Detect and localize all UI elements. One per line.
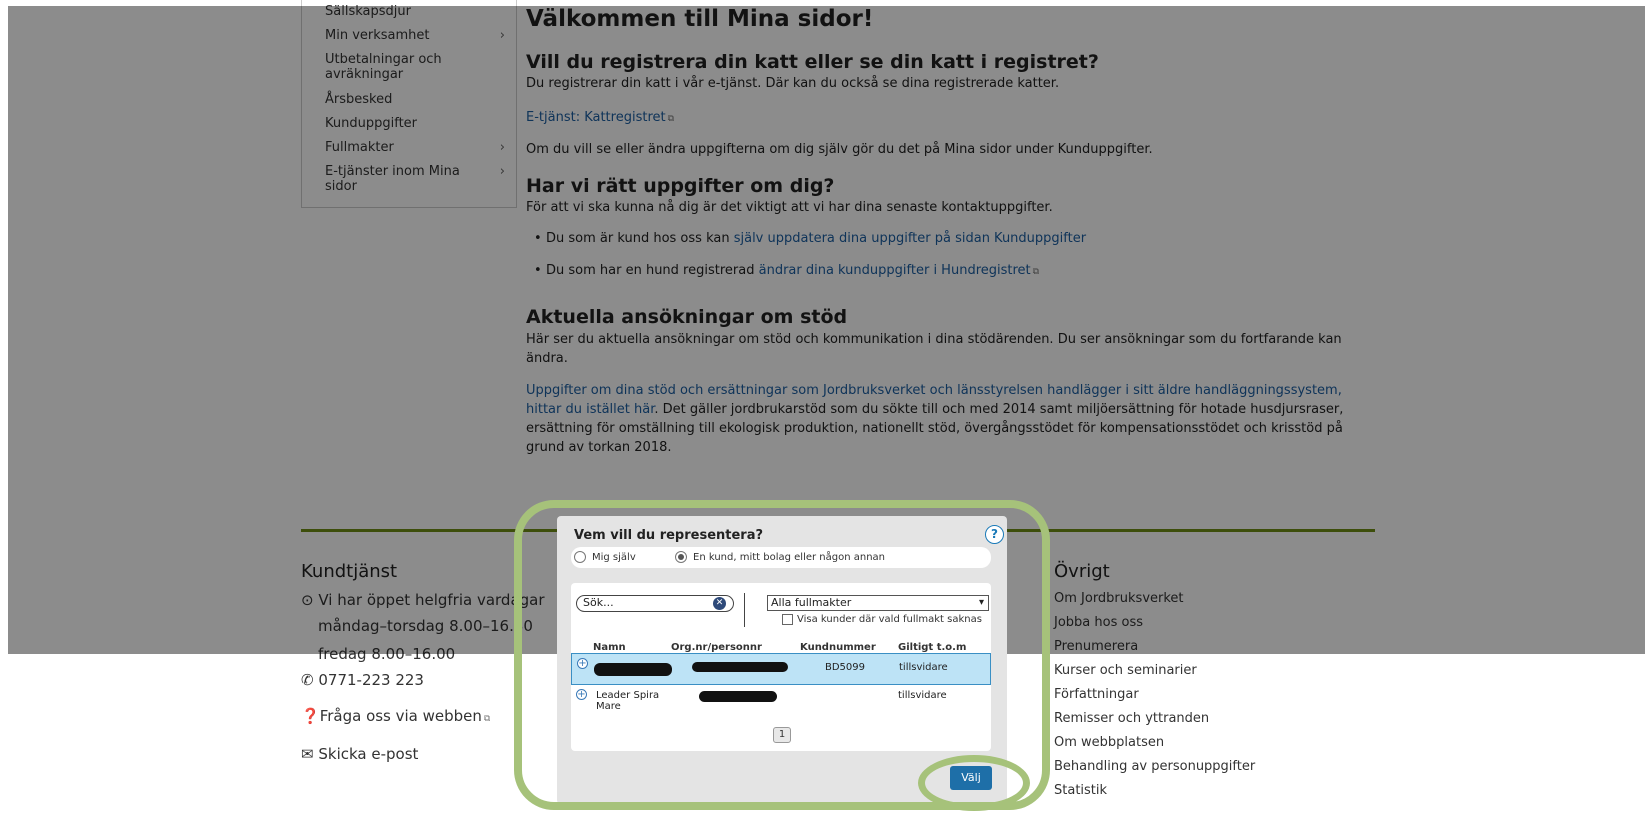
list-item: Du som har en hund registrerad ändrar di… bbox=[534, 263, 1040, 278]
chevron-right-icon: › bbox=[499, 164, 505, 179]
support-text: Här ser du aktuella ansökningar om stöd … bbox=[526, 332, 1342, 366]
sidebar-item-sallskapsdjur[interactable]: Sällskapsdjur bbox=[325, 4, 515, 19]
chevron-right-icon: › bbox=[499, 140, 505, 155]
question-icon: ❓ bbox=[301, 707, 320, 725]
page-title: Välkommen till Mina sidor! bbox=[526, 6, 874, 32]
sidebar-item-label: Min verksamhet bbox=[325, 28, 430, 43]
bullet-text: Du som är kund hos oss kan bbox=[546, 231, 734, 246]
bullet-text: Du som har en hund registrerad bbox=[546, 263, 759, 278]
email-link[interactable]: ✉ Skicka e-post bbox=[301, 745, 418, 763]
kundtjanst-heading: Kundtjänst bbox=[301, 561, 398, 582]
email-label: Skicka e-post bbox=[318, 745, 419, 763]
footer-link-remisser[interactable]: Remisser och yttranden bbox=[1054, 711, 1209, 726]
sidebar-item-label: Fullmakter bbox=[325, 140, 394, 155]
external-link-icon: ⧉ bbox=[667, 114, 675, 124]
ask-web-label: Fråga oss via webben bbox=[319, 707, 482, 725]
chevron-right-icon: › bbox=[499, 28, 505, 43]
sidebar-item-label: Kunduppgifter bbox=[325, 116, 418, 131]
external-link-icon: ⧉ bbox=[1032, 267, 1040, 277]
footer-link-kurser[interactable]: Kurser och seminarier bbox=[1054, 663, 1197, 678]
footer-link-forfattningar[interactable]: Författningar bbox=[1054, 687, 1139, 702]
cat-heading: Vill du registrera din katt eller se din… bbox=[526, 51, 1099, 73]
hours-fri: fredag 8.00–16.00 bbox=[318, 645, 456, 663]
sidebar-item-label: Årsbesked bbox=[325, 92, 393, 107]
support-paragraph: Uppgifter om dina stöd och ersättningar … bbox=[526, 381, 1356, 457]
contact-heading: Har vi rätt uppgifter om dig? bbox=[526, 175, 835, 197]
sidebar-item-label: Sällskapsdjur bbox=[325, 4, 411, 19]
sidebar-item-arsbesked[interactable]: Årsbesked bbox=[325, 92, 515, 107]
sidebar-item-min-verksamhet[interactable]: Min verksamhet › bbox=[325, 28, 515, 43]
cat-link-line: E-tjänst: Kattregistret ⧉ bbox=[526, 108, 1356, 129]
hundregistret-link[interactable]: ändrar dina kunduppgifter i Hundregistre… bbox=[759, 263, 1031, 278]
footer-link-jobba[interactable]: Jobba hos oss bbox=[1054, 615, 1143, 630]
hours-intro: Vi har öppet helgfria vardagar bbox=[318, 591, 545, 609]
list-item: Du som är kund hos oss kan själv uppdate… bbox=[534, 231, 1086, 246]
external-link-icon: ⧉ bbox=[483, 714, 491, 724]
footer-link-om-jordbruksverket[interactable]: Om Jordbruksverket bbox=[1054, 591, 1184, 606]
contact-text: För att vi ska kunna nå dig är det vikti… bbox=[526, 200, 1053, 215]
highlight-ring-button bbox=[918, 755, 1030, 811]
footer-link-personuppgifter[interactable]: Behandling av personuppgifter bbox=[1054, 759, 1255, 774]
ask-web-link[interactable]: ❓Fråga oss via webben ⧉ bbox=[301, 707, 490, 725]
sidebar-item-e-tjanster[interactable]: E-tjänster inom Mina sidor › bbox=[325, 164, 515, 194]
page: Sällskapsdjur Min verksamhet › Utbetalni… bbox=[0, 0, 1645, 829]
phone-number: 0771-223 223 bbox=[318, 671, 424, 689]
opening-hours: ⊙ Vi har öppet helgfria vardagar bbox=[301, 591, 545, 609]
kunduppgifter-link[interactable]: själv uppdatera dina uppgifter på sidan … bbox=[734, 231, 1086, 246]
footer-link-statistik[interactable]: Statistik bbox=[1054, 783, 1107, 798]
sidebar-nav: Sällskapsdjur Min verksamhet › Utbetalni… bbox=[301, 0, 517, 208]
ovrigt-heading: Övrigt bbox=[1054, 561, 1110, 582]
hours-mon-thu: måndag–torsdag 8.00–16.30 bbox=[318, 617, 533, 635]
support-heading: Aktuella ansökningar om stöd bbox=[526, 306, 848, 328]
sidebar-item-fullmakter[interactable]: Fullmakter › bbox=[325, 140, 515, 155]
cat-text-2: Om du vill se eller ändra uppgifterna om… bbox=[526, 142, 1153, 157]
sidebar-item-label: Utbetalningar och avräkningar bbox=[325, 52, 442, 82]
sidebar-item-kunduppgifter[interactable]: Kunduppgifter bbox=[325, 116, 515, 131]
kattregistret-link[interactable]: E-tjänst: Kattregistret bbox=[526, 110, 666, 125]
cat-text: Du registrerar din katt i vår e-tjänst. … bbox=[526, 76, 1060, 91]
footer-link-prenumerera[interactable]: Prenumerera bbox=[1054, 639, 1138, 654]
sidebar-item-utbetalningar[interactable]: Utbetalningar och avräkningar bbox=[325, 52, 465, 82]
phone-icon: ✆ bbox=[301, 671, 314, 689]
sidebar-item-label: E-tjänster inom Mina sidor bbox=[325, 164, 460, 194]
clock-icon: ⊙ bbox=[301, 591, 314, 609]
phone-line[interactable]: ✆ 0771-223 223 bbox=[301, 671, 424, 689]
footer-link-om-webbplatsen[interactable]: Om webbplatsen bbox=[1054, 735, 1164, 750]
envelope-icon: ✉ bbox=[301, 745, 314, 763]
